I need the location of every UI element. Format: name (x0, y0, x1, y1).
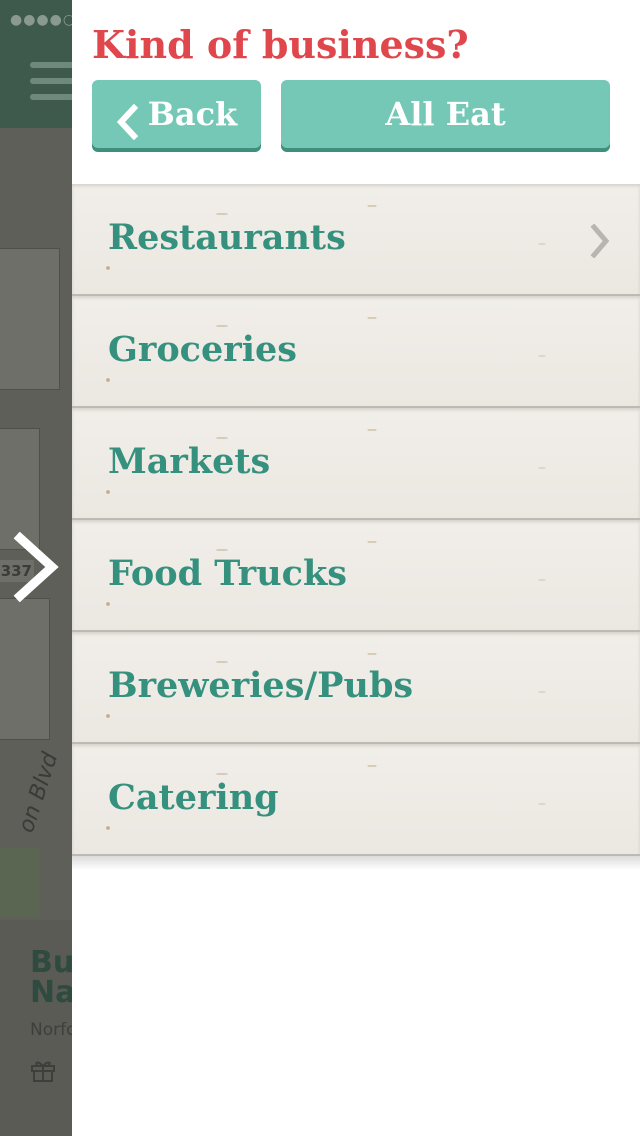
business-card[interactable]: Bu Na Norfo (0, 920, 77, 1136)
category-breweries-pubs[interactable]: Breweries/Pubs (72, 632, 640, 744)
map-view[interactable]: 337 on Blvd (0, 128, 72, 920)
screen: ●●●●○ 337 on Blvd Bu Na Norfo Kind of bu… (0, 0, 640, 1136)
back-button-label: Back (147, 95, 238, 133)
category-food-trucks[interactable]: Food Trucks (72, 520, 640, 632)
map-block (0, 248, 60, 390)
drawer-header: Kind of business? Back All Eat (72, 0, 640, 184)
category-label: Markets (108, 441, 271, 482)
chevron-right-icon (590, 223, 610, 259)
back-button[interactable]: Back (92, 80, 261, 148)
page-title: Kind of business? (92, 22, 469, 67)
map-street-label: on Blvd (14, 749, 64, 836)
category-groceries[interactable]: Groceries (72, 296, 640, 408)
map-park-area (0, 848, 40, 918)
hamburger-icon[interactable] (30, 62, 74, 104)
signal-indicator: ●●●●○ (10, 12, 77, 28)
category-restaurants[interactable]: Restaurants (72, 184, 640, 296)
category-label: Catering (108, 777, 279, 818)
all-eat-button[interactable]: All Eat (281, 80, 610, 148)
gift-icon (30, 1058, 56, 1082)
business-type-drawer: Kind of business? Back All Eat Restauran… (72, 0, 640, 1136)
category-markets[interactable]: Markets (72, 408, 640, 520)
list-bottom-shadow (72, 856, 640, 870)
all-eat-button-label: All Eat (385, 95, 506, 133)
app-header-background: ●●●●○ (0, 0, 77, 128)
chevron-left-icon (116, 95, 139, 140)
chevron-right-icon[interactable] (10, 531, 62, 603)
category-label: Groceries (108, 329, 297, 370)
category-label: Food Trucks (108, 553, 347, 594)
map-block (0, 598, 50, 740)
category-label: Breweries/Pubs (108, 665, 414, 706)
category-list: Restaurants Groceries Markets Food Truck… (72, 184, 640, 870)
category-catering[interactable]: Catering (72, 744, 640, 856)
business-city: Norfo (30, 1020, 77, 1040)
category-label: Restaurants (108, 217, 346, 258)
